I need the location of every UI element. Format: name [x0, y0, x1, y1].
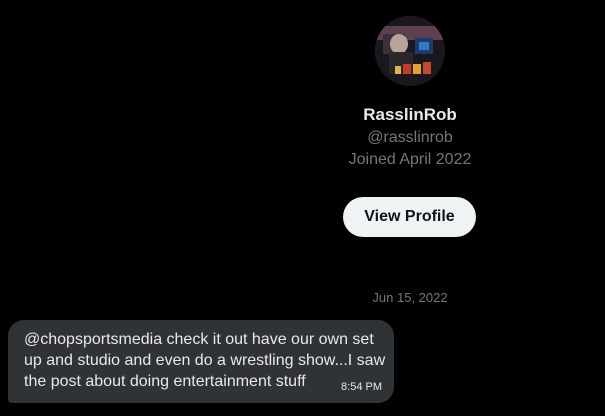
profile-joined-date: Joined April 2022	[348, 151, 472, 168]
profile-card: RasslinRob @rasslinrob Joined April 2022…	[300, 0, 520, 250]
avatar[interactable]	[375, 16, 445, 86]
profile-handle: @rasslinrob	[367, 129, 453, 146]
avatar-image	[375, 16, 445, 86]
message-bubble[interactable]: @chopsportsmedia check it out have our o…	[8, 320, 394, 403]
view-profile-button[interactable]: View Profile	[343, 197, 476, 237]
message-timestamp: 8:54 PM	[341, 381, 382, 393]
date-separator: Jun 15, 2022	[372, 290, 448, 305]
message-text: @chopsportsmedia check it out have our o…	[24, 331, 386, 390]
profile-name: RasslinRob	[363, 105, 457, 124]
